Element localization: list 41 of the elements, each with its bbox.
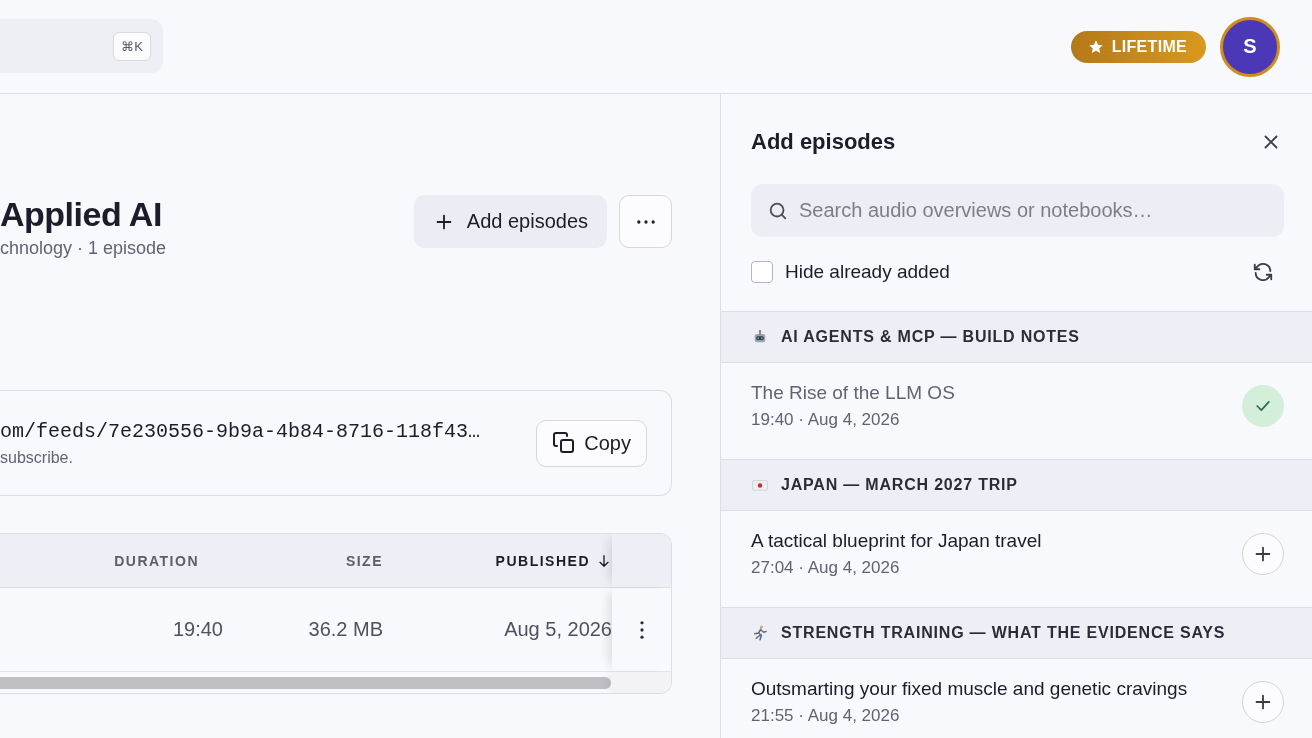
- more-icon: [636, 219, 655, 224]
- group-title: STRENGTH TRAINING — WHAT THE EVIDENCE SAYS: [781, 624, 1226, 642]
- episode-title: A tactical blueprint for Japan travel: [751, 530, 1042, 552]
- star-icon: [1087, 38, 1104, 55]
- scrollbar-corner: [611, 672, 671, 693]
- plan-badge: LIFETIME: [1070, 30, 1206, 63]
- episode-title: The Rise of the LLM OS: [751, 382, 955, 404]
- table-cell: 36.2 MB: [308, 618, 383, 641]
- copy-button[interactable]: Copy: [536, 419, 647, 467]
- feed-hint: subscribe.: [0, 448, 74, 467]
- copy-icon: [552, 431, 577, 455]
- panel-title: Add episodes: [751, 129, 896, 155]
- table-cell: 19:40: [172, 618, 223, 641]
- avatar[interactable]: S: [1220, 16, 1280, 77]
- checkbox-label: Hide already added: [785, 261, 950, 283]
- add-button[interactable]: [1242, 681, 1284, 723]
- kebab-icon: [640, 620, 644, 639]
- episode-meta: 21:55 · Aug 4, 2026: [751, 706, 901, 726]
- episode-title: Outsmarting your fixed muscle and genetic cravings: [751, 678, 1188, 700]
- add-button[interactable]: [1242, 533, 1284, 575]
- search-icon: [767, 200, 789, 222]
- group-title: AI AGENTS & MCP — BUILD NOTES: [781, 328, 1080, 346]
- refresh-icon: [1252, 261, 1274, 283]
- podcast-meta: chnology · 1 episode: [0, 238, 167, 259]
- episode-meta: 27:04 · Aug 4, 2026: [751, 558, 901, 578]
- search-field[interactable]: ⌘K: [0, 19, 163, 73]
- episode-meta: 19:40 · Aug 4, 2026: [751, 410, 901, 430]
- column-header[interactable]: PUBLISHED: [495, 552, 590, 569]
- column-header[interactable]: DURATION: [114, 552, 199, 569]
- sort-arrow-icon: [596, 552, 612, 569]
- add-episodes-button[interactable]: Add episodes: [413, 195, 607, 248]
- refresh-button[interactable]: [1252, 261, 1274, 283]
- search-field[interactable]: Search audio overviews or notebooks…: [751, 184, 1284, 237]
- runner-icon: [751, 624, 769, 642]
- table-cell: Aug 5, 2026: [504, 618, 612, 641]
- podcast-title: Applied AI: [0, 194, 163, 234]
- shortcut-key: ⌘K: [113, 31, 151, 61]
- checkbox[interactable]: [751, 261, 773, 283]
- feed-url: om/feeds/7e230556-9b9a-4b84-8716-118f43…: [0, 419, 481, 443]
- column-header[interactable]: SIZE: [345, 552, 383, 569]
- group-title: JAPAN — MARCH 2027 TRIP: [781, 476, 1018, 494]
